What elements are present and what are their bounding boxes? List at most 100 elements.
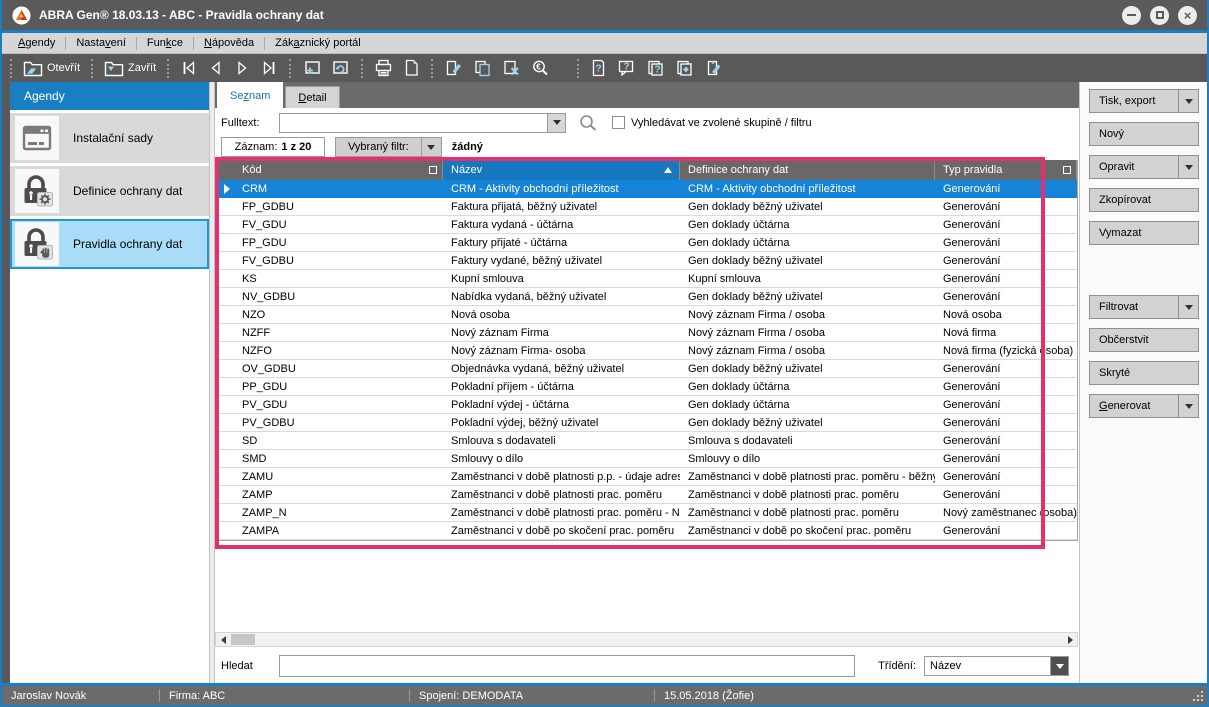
scrollbar-thumb[interactable]	[231, 634, 255, 645]
table-row[interactable]: FP_GDU Faktury přijaté - účtárna Gen dok…	[216, 234, 1077, 252]
generate-button[interactable]: Generovat	[1089, 394, 1199, 418]
table-row[interactable]: ZAMU Zaměstnanci v době platnosti p.p. -…	[216, 468, 1077, 486]
titlebar[interactable]: ABRA Gen® 18.03.13 - ABC - Pravidla ochr…	[2, 0, 1207, 30]
table-row[interactable]: FV_GDBU Faktury vydané, běžný uživatel G…	[216, 252, 1077, 270]
table-row[interactable]: FV_GDU Faktura vydaná - účtárna Gen dokl…	[216, 216, 1077, 234]
column-options-icon[interactable]	[429, 166, 437, 174]
horizontal-scrollbar[interactable]	[215, 632, 1078, 647]
copy-button[interactable]: Zkopírovat	[1089, 188, 1199, 212]
prior-record-button[interactable]	[203, 58, 229, 78]
edit-note-button[interactable]	[699, 57, 728, 79]
grid-body: CRM CRM - Aktivity obchodní příležitost …	[216, 180, 1077, 540]
context-help-icon: ?	[617, 59, 636, 77]
help-button[interactable]: ?	[585, 57, 612, 79]
resize-grip[interactable]	[1193, 691, 1203, 701]
sort-dropdown-icon[interactable]	[1050, 657, 1068, 675]
table-row[interactable]: PV_GDBU Pokladní výdej, běžný uživatel G…	[216, 414, 1077, 432]
insert-record-button[interactable]	[297, 57, 326, 79]
table-row[interactable]: KS Kupní smlouva Kupní smlouva Generován…	[216, 270, 1077, 288]
table-row[interactable]: ZAMP_N Zaměstnanci v době platnosti prac…	[216, 504, 1077, 522]
refresh-button[interactable]: Občerstvit	[1089, 328, 1199, 352]
tab-seznam[interactable]: Seznam	[217, 82, 283, 108]
column-header-definice[interactable]: Definice ochrany dat	[680, 160, 935, 180]
table-row[interactable]: SMD Smlouvy o dílo Smlouvy o dílo Genero…	[216, 450, 1077, 468]
open-agenda-button[interactable]: Otevřít	[18, 57, 85, 79]
table-row[interactable]: NV_GDBU Nabídka vydaná, běžný uživatel G…	[216, 288, 1077, 306]
fulltext-label: Fulltext:	[221, 117, 273, 129]
column-header-nazev[interactable]: Název	[443, 160, 680, 180]
sidebar-item-definice-ochrany-dat[interactable]: Definice ochrany dat	[10, 166, 209, 216]
table-row[interactable]: FP_GDBU Faktura přijatá, běžný uživatel …	[216, 198, 1077, 216]
tab-detail[interactable]: Detail	[285, 86, 339, 108]
table-row[interactable]: CRM CRM - Aktivity obchodní příležitost …	[216, 180, 1077, 198]
tabbar: Seznam Detail	[215, 82, 1079, 108]
context-help-button[interactable]: ?	[612, 57, 641, 79]
maximize-icon[interactable]	[1150, 6, 1169, 25]
edit-button[interactable]: Opravit	[1089, 155, 1199, 179]
scroll-left-icon[interactable]	[216, 633, 230, 646]
scroll-right-icon[interactable]	[1063, 633, 1077, 646]
dropdown-icon[interactable]	[1178, 395, 1198, 417]
menu-funkce[interactable]: Funkce	[137, 33, 193, 53]
fulltext-dropdown-icon[interactable]	[547, 114, 565, 132]
search-money-icon: €	[531, 59, 550, 77]
menu-nastaveni[interactable]: Nastavení	[66, 33, 136, 53]
last-record-button[interactable]	[255, 58, 283, 78]
dropdown-icon[interactable]	[1178, 156, 1198, 178]
table-row[interactable]: ZAMPA Zaměstnanci v době po skočení prac…	[216, 522, 1077, 540]
next-record-button[interactable]	[229, 58, 255, 78]
related-topics-button[interactable]	[670, 57, 699, 79]
search-icon[interactable]	[578, 113, 598, 133]
print-export-button[interactable]: Tisk, export	[1089, 89, 1199, 113]
dropdown-icon[interactable]	[1178, 90, 1198, 112]
column-options-icon[interactable]	[1063, 166, 1071, 174]
toolbar-separator	[167, 59, 169, 78]
selected-filter-button[interactable]: Vybraný filtr:	[335, 137, 442, 157]
filter-button[interactable]: Filtrovat	[1089, 295, 1199, 319]
filter-dropdown-icon[interactable]	[421, 138, 441, 156]
table-row[interactable]: ZAMP Zaměstnanci v době platnosti prac. …	[216, 486, 1077, 504]
toolbar-separator	[10, 59, 12, 78]
table-row[interactable]: PV_GDU Pokladní výdej - účtárna Gen dokl…	[216, 396, 1077, 414]
sidebar-item-instalacni-sady[interactable]: Instalační sady	[10, 113, 209, 163]
sort-combo[interactable]: Název	[924, 656, 1069, 676]
hidden-button[interactable]: Skryté	[1089, 361, 1199, 385]
search-money-button[interactable]: €	[526, 57, 555, 79]
grid-header: Kód Název Definice ochrany dat Typ pravi…	[216, 160, 1077, 180]
next-record-icon	[234, 60, 250, 76]
search-group-checkbox[interactable]	[612, 116, 625, 129]
minimize-icon[interactable]	[1122, 6, 1141, 25]
menu-napoveda[interactable]: Nápověda	[194, 33, 264, 53]
table-row[interactable]: OV_GDBU Objednávka vydaná, běžný uživate…	[216, 360, 1077, 378]
table-row[interactable]: NZO Nová osoba Nový záznam Firma / osoba…	[216, 306, 1077, 324]
new-document-button[interactable]	[398, 57, 425, 79]
content-area: Seznam Detail Fulltext: Vyhledávat ve zv…	[215, 82, 1079, 683]
search-row: Hledat Třídění: Název	[215, 649, 1079, 683]
menu-zakaznicky-portal[interactable]: Zákaznický portál	[265, 33, 371, 53]
menu-agendy[interactable]: Agendy	[8, 33, 65, 53]
column-header-kod[interactable]: Kód	[216, 160, 443, 180]
table-row[interactable]: NZFF Nový záznam Firma Nový záznam Firma…	[216, 324, 1077, 342]
edit-record-button[interactable]	[439, 57, 468, 79]
delete-record-button[interactable]	[497, 57, 526, 79]
quick-search-input[interactable]	[279, 655, 855, 677]
first-record-button[interactable]	[175, 58, 203, 78]
new-button[interactable]: Nový	[1089, 122, 1199, 146]
copy-record-button[interactable]	[468, 57, 497, 79]
table-area: Kód Název Definice ochrany dat Typ pravi…	[215, 160, 1079, 632]
delete-button[interactable]: Vymazat	[1089, 221, 1199, 245]
close-agenda-button[interactable]: Zavřít	[99, 57, 161, 79]
refresh-record-button[interactable]	[326, 57, 355, 79]
print-button[interactable]	[369, 57, 398, 79]
table-row[interactable]: PP_GDU Pokladní příjem - účtárna Gen dok…	[216, 378, 1077, 396]
dropdown-icon[interactable]	[1178, 296, 1198, 318]
button-group-gap	[1089, 254, 1201, 295]
help-icon: ?	[590, 59, 607, 77]
fulltext-input[interactable]	[280, 114, 547, 132]
help-topics-button[interactable]: ?	[641, 57, 670, 79]
table-row[interactable]: SD Smlouva s dodavateli Smlouva s dodava…	[216, 432, 1077, 450]
column-header-typ[interactable]: Typ pravidla	[935, 160, 1077, 180]
table-row[interactable]: NZFO Nový záznam Firma- osoba Nový zázna…	[216, 342, 1077, 360]
sidebar-item-pravidla-ochrany-dat[interactable]: Pravidla ochrany dat	[10, 219, 209, 269]
close-icon[interactable]: ×	[1178, 6, 1197, 25]
